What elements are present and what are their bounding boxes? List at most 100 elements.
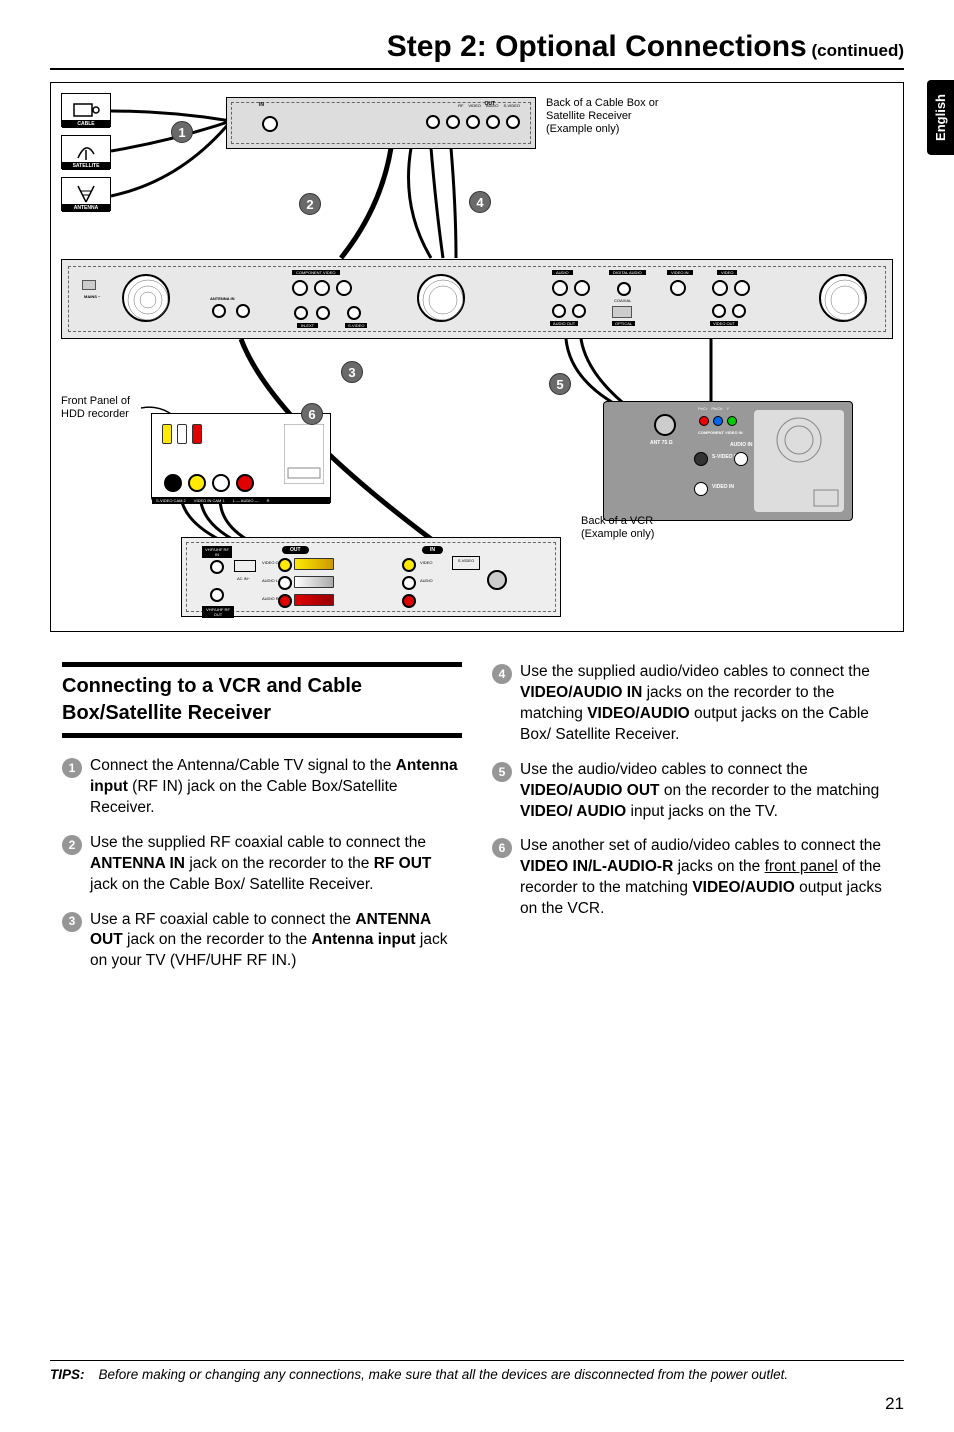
satellite-source-icon: SATELLITE (61, 135, 111, 169)
step-4-num: 4 (492, 664, 512, 684)
antenna-in-label: ANTENNA IN (210, 296, 235, 301)
step-2-pre: Use the supplied RF coaxial cable to con… (90, 834, 426, 851)
vcr-audio-l-in-jack-icon (402, 576, 416, 590)
tv-y-jack-icon (727, 416, 737, 426)
tips-text: Before making or changing any connection… (99, 1367, 789, 1382)
sat-svideo-label: S-VIDEO (504, 103, 520, 108)
comp-pb-jack-icon (314, 280, 330, 296)
rca-red-plug-icon (192, 424, 202, 444)
vcr-audio-l-out-jack-icon (278, 576, 292, 590)
step-3-mid: jack on the recorder to the (123, 931, 312, 948)
step-1-text: Connect the Antenna/Cable TV signal to t… (90, 756, 462, 819)
cable-label: CABLE (62, 120, 110, 128)
title-text: Step 2: Optional Connections (387, 30, 807, 63)
step-6-mid1: jacks on the (673, 858, 764, 875)
tv-back-panel: ANT 75 Ω Pr/Cr Pb/Cb Y COMPONENT VIDEO I… (603, 401, 853, 521)
callout-2: 2 (299, 193, 321, 215)
sat-out-sublabels: RF VIDEO AUDIO S-VIDEO (458, 103, 520, 108)
vcr-audio-r-out-jack-icon (278, 594, 292, 608)
language-tab: English (927, 80, 954, 155)
fp-drive-slot-icon (284, 424, 324, 484)
vcr-back-panel: VHF/UHF RF IN AC IN~ VHF/UHF RF OUT OUT … (181, 537, 561, 617)
sat-svideo-jack-icon (506, 115, 520, 129)
rca-yellow-plug-icon (162, 424, 172, 444)
tv-comp-labels: Pr/Cr Pb/Cb Y (698, 406, 729, 411)
vcr-rf-in-jack-icon (210, 560, 224, 574)
fan-vent-2-icon (417, 274, 465, 322)
step-5-pre: Use the audio/video cables to connect th… (520, 761, 808, 778)
satellite-receiver-back: IN OUT RF VIDEO AUDIO S-VIDEO (226, 97, 536, 149)
step-2-b2: RF OUT (374, 855, 432, 872)
step-2-mid: jack on the recorder to the (185, 855, 374, 872)
step-6-underline: front panel (765, 858, 838, 875)
sat-out-jacks (426, 115, 520, 129)
audio-label: AUDIO (552, 270, 573, 275)
cable-source-icon: CABLE (61, 93, 111, 127)
fp-svideo-label: S-VIDEO CAM 2 (156, 498, 186, 503)
comp-pr-jack-icon (336, 280, 352, 296)
tips-label: TIPS: (50, 1367, 85, 1382)
audio-out-label: AUDIO OUT (550, 321, 578, 326)
sat-video-label: VIDEO (468, 103, 480, 108)
mains-label-area (82, 280, 96, 290)
vcr-caption: Back of a VCR (Example only) (581, 515, 701, 541)
step-1-num: 1 (62, 758, 82, 778)
svideo-in-jack-icon (347, 306, 361, 320)
step-2-text: Use the supplied RF coaxial cable to con… (90, 833, 462, 896)
fp-svideo-jack-icon (164, 474, 182, 492)
fp-jack-labels: S-VIDEO CAM 2 VIDEO IN CAM 1 L — AUDIO —… (152, 497, 330, 504)
step-5: 5 Use the audio/video cables to connect … (492, 760, 892, 823)
vcr-rf-out-label: VHF/UHF RF OUT (202, 606, 234, 618)
tv-video-in-label: VIDEO IN (712, 484, 734, 490)
vcr-audio-in-label: AUDIO (420, 578, 433, 583)
vcr-rf-out-jack-icon (210, 588, 224, 602)
sat-rf-out-jack-icon (426, 115, 440, 129)
fp-video-label: VIDEO IN CAM 1 (194, 498, 225, 503)
source-icons: CABLE SATELLITE ANTENNA (61, 93, 111, 219)
step-6-text: Use another set of audio/video cables to… (520, 836, 892, 920)
tv-pb-jack-icon (713, 416, 723, 426)
step-4: 4 Use the supplied audio/video cables to… (492, 662, 892, 746)
in-ext-r-jack-icon (316, 306, 330, 320)
sat-in-jack-icon (262, 116, 278, 132)
video-in-cvbs-jack-icon (670, 280, 686, 296)
tv-comp-label: COMPONENT VIDEO IN (698, 430, 743, 435)
vcr-in-header: IN (422, 546, 443, 554)
antenna-in-jack-icon (212, 304, 226, 318)
video-label-back: VIDEO (717, 270, 737, 275)
sat-in-label: IN (259, 102, 264, 108)
sat-video-out-jack-icon (446, 115, 460, 129)
tv-antenna-jack-icon (654, 414, 676, 436)
step-5-mid: on the recorder to the matching (660, 782, 880, 799)
in-ext-l-jack-icon (294, 306, 308, 320)
step-1: 1 Connect the Antenna/Cable TV signal to… (62, 756, 462, 819)
vcr-audio-l-plug-icon (294, 576, 334, 588)
audio-out-l-jack-icon (552, 304, 566, 318)
sat-receiver-caption: Back of a Cable Box or Satellite Receive… (546, 97, 666, 137)
step-5-b1: VIDEO/AUDIO OUT (520, 782, 660, 799)
step-4-text: Use the supplied audio/video cables to c… (520, 662, 892, 746)
vcr-video-in-jack-icon (402, 558, 416, 572)
tv-pb-label: Pb/Cb (711, 406, 722, 411)
callout-1: 1 (171, 121, 193, 143)
video-out-y-jack-icon (712, 280, 728, 296)
video-out-label-back: VIDEO OUT (710, 321, 738, 326)
optical-label: OPTICAL (612, 321, 635, 326)
tv-y-label: Y (726, 406, 729, 411)
step-3: 3 Use a RF coaxial cable to connect the … (62, 910, 462, 973)
antenna-source-icon: ANTENNA (61, 177, 111, 211)
step-2-post: jack on the Cable Box/ Satellite Receive… (90, 876, 373, 893)
left-column: Connecting to a VCR and Cable Box/Satell… (62, 662, 462, 986)
step-6: 6 Use another set of audio/video cables … (492, 836, 892, 920)
fan-vent-3-icon (819, 274, 867, 322)
step-2-b1: ANTENNA IN (90, 855, 185, 872)
optical-jack-icon (612, 306, 632, 318)
sat-audio-r-jack-icon (486, 115, 500, 129)
vcr-audio-r-out-label: AUDIO R (262, 596, 279, 601)
step-3-pre: Use a RF coaxial cable to connect the (90, 911, 355, 928)
step-3-text: Use a RF coaxial cable to connect the AN… (90, 910, 462, 973)
fp-audio-l-jack-icon (212, 474, 230, 492)
step-5-text: Use the audio/video cables to connect th… (520, 760, 892, 823)
page-title-row: Step 2: Optional Connections (continued) (50, 30, 904, 70)
vcr-svideo-label: S-VIDEO (452, 556, 480, 570)
